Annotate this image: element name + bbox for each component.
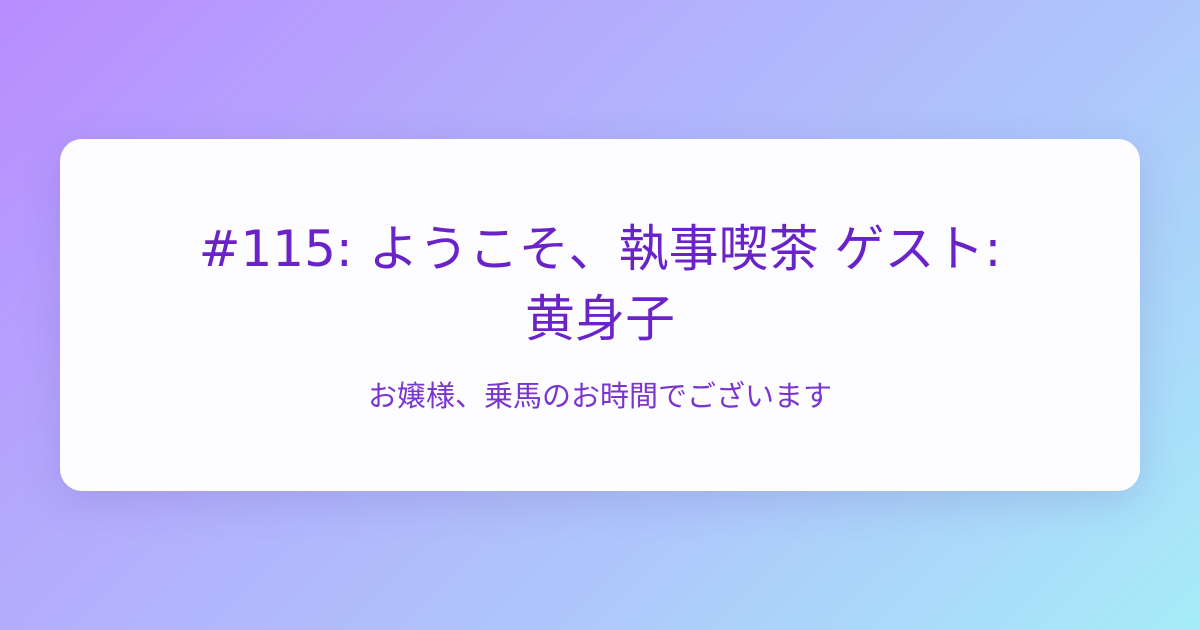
title-card: #115: ようこそ、執事喫茶 ゲスト: 黄身子 お嬢様、乗馬のお時間でございま… — [60, 139, 1140, 491]
episode-subtitle: お嬢様、乗馬のお時間でございます — [367, 379, 832, 413]
episode-title: #115: ようこそ、執事喫茶 ゲスト: 黄身子 — [198, 220, 1002, 348]
og-image-canvas: #115: ようこそ、執事喫茶 ゲスト: 黄身子 お嬢様、乗馬のお時間でございま… — [0, 0, 1200, 630]
